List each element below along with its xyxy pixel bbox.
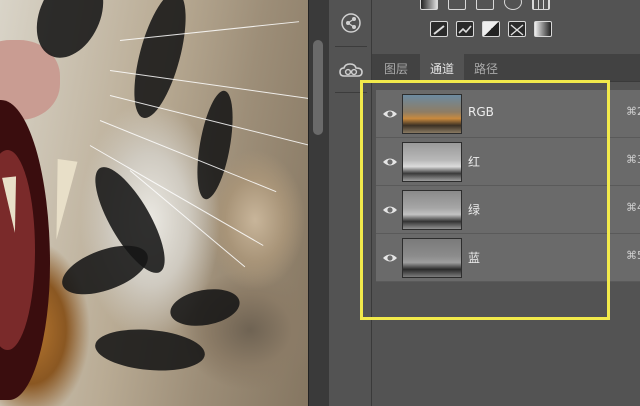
fur-stripe [190, 88, 240, 202]
eye-visibility-icon[interactable] [382, 154, 398, 170]
channel-shortcut: ⌘4 [626, 201, 640, 214]
gradient-map-icon[interactable] [534, 21, 552, 37]
adjustment-photo-icon[interactable] [476, 0, 494, 10]
channel-label: 红 [468, 155, 481, 169]
adjustment-channel-mixer-icon[interactable] [504, 0, 522, 10]
channel-shortcut: ⌘2 [626, 105, 640, 118]
dock-divider [335, 46, 367, 47]
threshold-icon[interactable] [482, 21, 500, 37]
adjustment-grid-icon[interactable] [532, 0, 550, 10]
eye-visibility-icon[interactable] [382, 202, 398, 218]
channel-thumbnail [402, 94, 462, 134]
channel-shortcut: ⌘5 [626, 249, 640, 262]
eye-visibility-icon[interactable] [382, 106, 398, 122]
document-canvas[interactable] [0, 0, 308, 406]
dock-divider [335, 92, 367, 93]
channel-thumbnail [402, 238, 462, 278]
canvas-scrollbar[interactable] [308, 0, 328, 406]
channel-row-green[interactable]: 绿 ⌘4 [376, 186, 640, 234]
selective-color-icon[interactable] [508, 21, 526, 37]
scrollbar-thumb[interactable] [313, 40, 323, 135]
panel-dock [328, 0, 372, 406]
adjustment-gradient-icon[interactable] [420, 0, 438, 10]
channel-row-red[interactable]: 红 ⌘3 [376, 138, 640, 186]
fur-stripe [123, 0, 197, 123]
channel-list: RGB ⌘2 红 ⌘3 绿 ⌘4 [376, 90, 640, 282]
tab-paths[interactable]: 路径 [464, 54, 508, 82]
share-nodes-icon[interactable] [336, 8, 366, 38]
adjustment-balance-icon[interactable] [448, 0, 466, 10]
channel-row-rgb[interactable]: RGB ⌘2 [376, 90, 640, 138]
channel-row-blue[interactable]: 蓝 ⌘5 [376, 234, 640, 282]
tiger-fang [46, 158, 78, 242]
panel-tabs: 图层 通道 路径 [372, 54, 640, 82]
adjustments-toolbar [372, 0, 640, 50]
creative-cloud-icon[interactable] [336, 56, 366, 86]
channel-shortcut: ⌘3 [626, 153, 640, 166]
tab-layers[interactable]: 图层 [374, 54, 418, 82]
channels-panel: 图层 通道 路径 RGB ⌘2 红 ⌘3 [372, 0, 640, 406]
channel-label: RGB [468, 105, 494, 119]
channel-thumbnail [402, 142, 462, 182]
fur-stripe [167, 284, 243, 331]
channel-label: 绿 [468, 203, 481, 217]
invert-icon[interactable] [430, 21, 448, 37]
fur-stripe [93, 325, 207, 375]
posterize-icon[interactable] [456, 21, 474, 37]
tab-channels[interactable]: 通道 [420, 54, 465, 82]
eye-visibility-icon[interactable] [382, 250, 398, 266]
channel-label: 蓝 [468, 251, 481, 265]
channel-thumbnail [402, 190, 462, 230]
